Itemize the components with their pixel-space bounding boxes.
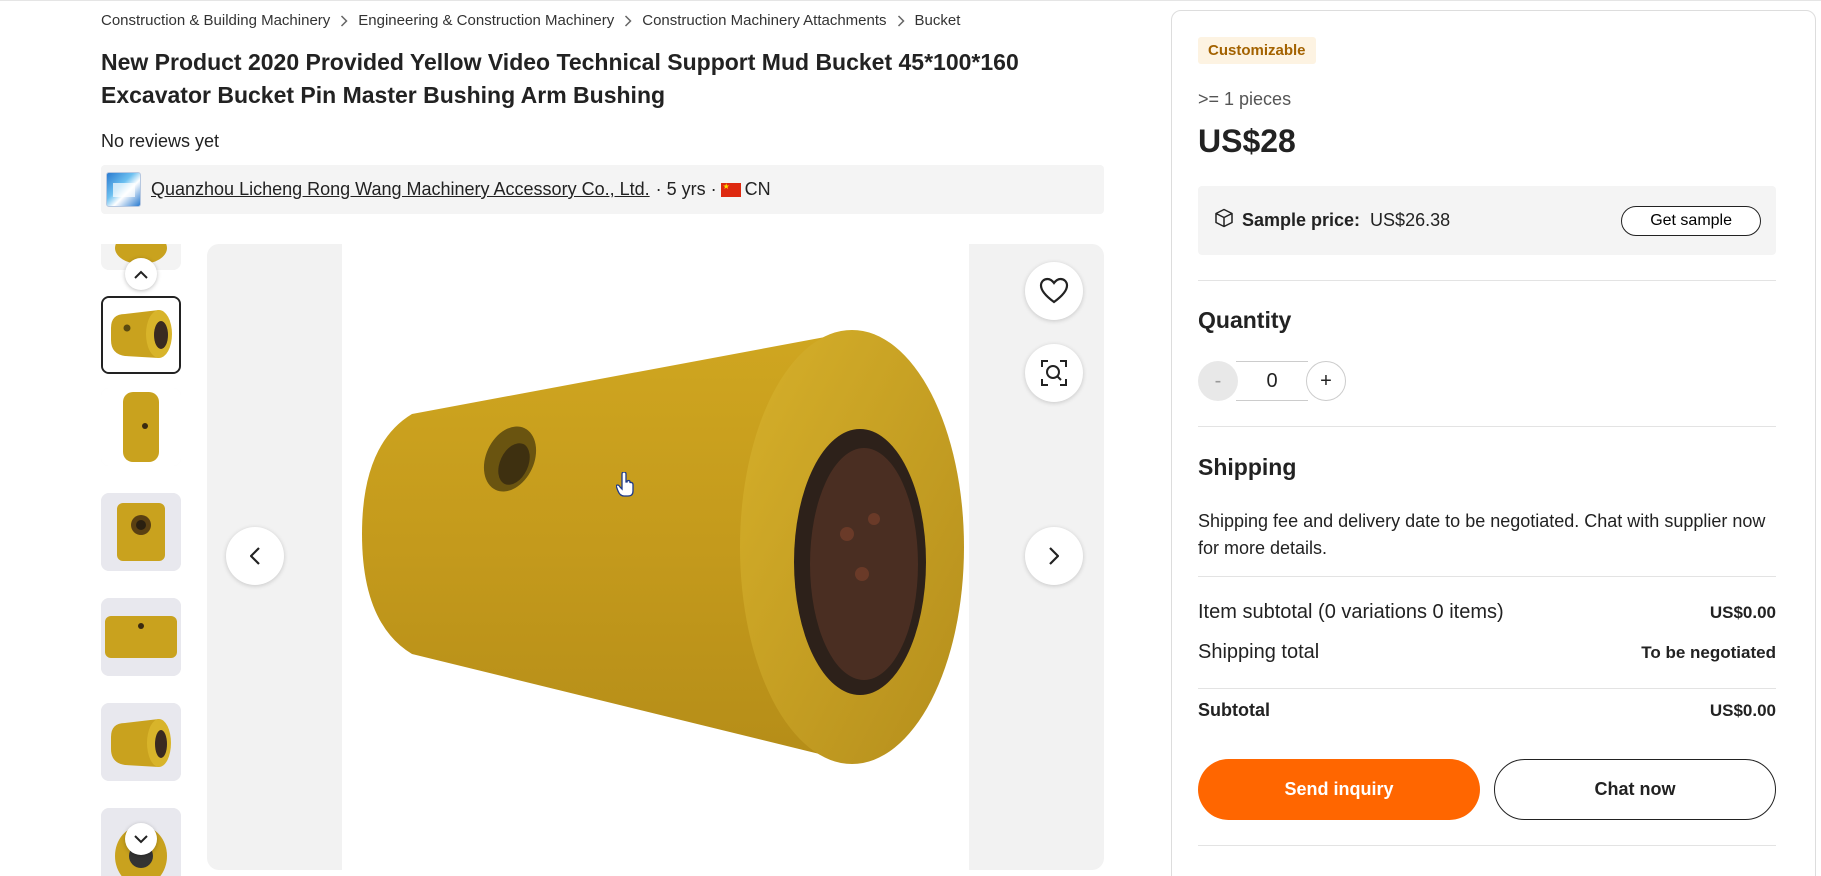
breadcrumb-item[interactable]: Engineering & Construction Machinery xyxy=(358,12,614,29)
shipping-total-value: To be negotiated xyxy=(1641,642,1776,662)
shipping-title: Shipping xyxy=(1198,454,1297,480)
thumbnail[interactable] xyxy=(101,598,181,676)
customizable-badge: Customizable xyxy=(1198,37,1316,64)
chevron-down-icon[interactable] xyxy=(125,823,157,855)
image-search-icon[interactable] xyxy=(1025,344,1083,402)
shipping-description: Shipping fee and delivery date to be neg… xyxy=(1198,511,1766,558)
chat-now-button[interactable]: Chat now xyxy=(1494,759,1776,820)
chevron-right-icon[interactable] xyxy=(1025,527,1083,585)
top-divider xyxy=(0,0,1821,1)
divider xyxy=(1198,688,1776,689)
thumbnail-strip xyxy=(101,244,182,876)
china-flag-icon xyxy=(720,182,741,197)
breadcrumb-item[interactable]: Construction Machinery Attachments xyxy=(642,12,886,29)
subtotal-label: Subtotal xyxy=(1198,700,1270,720)
thumbnail[interactable] xyxy=(101,388,181,466)
item-subtotal-row: Item subtotal (0 variations 0 items) US$… xyxy=(1198,601,1776,624)
product-photo xyxy=(342,244,969,870)
quantity-input[interactable]: 0 xyxy=(1236,361,1308,401)
quantity-stepper: - 0 + xyxy=(1198,361,1348,401)
thumbnail[interactable] xyxy=(101,703,181,781)
box-icon xyxy=(1214,208,1234,233)
sample-price-label: Sample price: xyxy=(1242,210,1361,230)
item-subtotal-value: US$0.00 xyxy=(1709,602,1776,622)
supplier-country: CN xyxy=(744,179,771,199)
chevron-up-icon[interactable] xyxy=(125,258,157,290)
heart-icon[interactable] xyxy=(1025,262,1083,320)
divider xyxy=(1198,280,1776,281)
min-order-quantity: >= 1 pieces xyxy=(1198,89,1292,109)
breadcrumb-item[interactable]: Bucket xyxy=(915,12,961,29)
chevron-right-icon xyxy=(340,14,348,27)
supplier-bar: Quanzhou Licheng Rong Wang Machinery Acc… xyxy=(101,165,1104,214)
chevron-right-icon xyxy=(897,14,905,27)
supplier-years: · 5 yrs · xyxy=(655,179,717,199)
supplier-name-link[interactable]: Quanzhou Licheng Rong Wang Machinery Acc… xyxy=(151,179,650,200)
thumbnail-selected[interactable] xyxy=(101,296,181,374)
subtotal-row: Subtotal US$0.00 xyxy=(1198,700,1776,721)
chevron-left-icon[interactable] xyxy=(226,527,284,585)
send-inquiry-button[interactable]: Send inquiry xyxy=(1198,759,1480,820)
main-product-image xyxy=(207,244,1104,870)
unit-price: US$28 xyxy=(1198,123,1296,159)
sample-price-box: Sample price: US$26.38 Get sample xyxy=(1198,186,1776,255)
quantity-increase-button[interactable]: + xyxy=(1306,361,1346,401)
breadcrumb: Construction & Building Machinery Engine… xyxy=(101,12,960,29)
divider xyxy=(1198,576,1776,577)
shipping-total-label: Shipping total xyxy=(1198,641,1320,663)
breadcrumb-item[interactable]: Construction & Building Machinery xyxy=(101,12,330,29)
quantity-title: Quantity xyxy=(1198,307,1292,333)
subtotal-value: US$0.00 xyxy=(1709,700,1776,720)
purchase-panel: Customizable >= 1 pieces US$28 Sample pr… xyxy=(1171,10,1816,876)
item-subtotal-label: Item subtotal (0 variations 0 items) xyxy=(1198,601,1504,623)
sample-price-value: US$26.38 xyxy=(1370,210,1451,230)
reviews-text: No reviews yet xyxy=(101,131,220,151)
hand-cursor-icon xyxy=(616,472,634,497)
supplier-logo xyxy=(106,172,141,207)
chevron-right-icon xyxy=(624,14,632,27)
product-title: New Product 2020 Provided Yellow Video T… xyxy=(101,49,1019,108)
divider xyxy=(1198,426,1776,427)
thumbnail[interactable] xyxy=(101,493,181,571)
divider xyxy=(1198,845,1776,846)
get-sample-button[interactable]: Get sample xyxy=(1621,206,1761,236)
quantity-decrease-button[interactable]: - xyxy=(1198,361,1238,401)
shipping-total-row: Shipping total To be negotiated xyxy=(1198,641,1776,664)
